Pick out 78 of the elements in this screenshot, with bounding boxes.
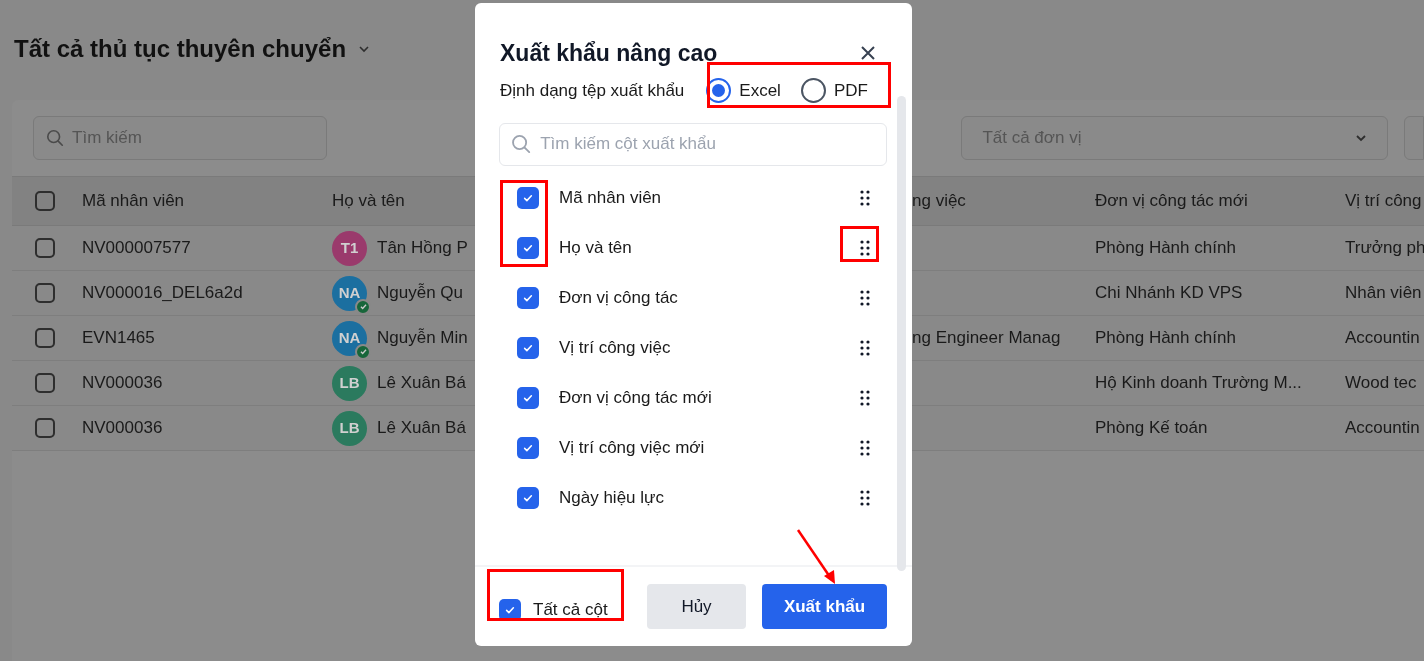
table-cell-text: Chi Nhánh KD VPS: [1095, 282, 1244, 305]
radio-label[interactable]: PDF: [833, 77, 868, 104]
column-search-input[interactable]: Tìm kiếm cột xuất khẩu: [540, 131, 875, 157]
table-cell-text: Wood tec: [1345, 372, 1418, 395]
chevron-icon: [1355, 132, 1368, 144]
drag-handle-icon[interactable]: [860, 239, 870, 256]
checkbox[interactable]: [517, 336, 539, 359]
drag-handle-icon[interactable]: [860, 389, 870, 406]
column-header: Vị trí công: [1345, 190, 1422, 213]
all-columns-label[interactable]: Tất cả cột: [533, 596, 608, 623]
column-option[interactable]: Mã nhân viên: [559, 184, 860, 211]
table-cell-text: Nhân viên: [1345, 282, 1423, 305]
export-button[interactable]: Xuất khẩu: [762, 584, 887, 629]
checkbox[interactable]: [35, 238, 55, 258]
arrow: [796, 529, 835, 584]
drag-handle-icon[interactable]: [860, 439, 870, 456]
highlight-frame: [840, 226, 879, 262]
checkbox[interactable]: [35, 283, 55, 303]
checkbox[interactable]: [517, 236, 539, 259]
column-header: Mã nhân viên: [82, 190, 185, 213]
dialog-title: Xuất khẩu nâng cao: [500, 39, 718, 68]
checkbox[interactable]: [35, 418, 55, 438]
column-option[interactable]: Đơn vị công tác mới: [559, 384, 860, 411]
checkbox[interactable]: [499, 598, 521, 621]
search-icon: [511, 133, 532, 155]
drag-handle-icon[interactable]: [860, 189, 870, 206]
drag-handle-icon[interactable]: [860, 289, 870, 306]
avatar: NA: [332, 275, 367, 311]
column-option[interactable]: Vị trí công việc: [559, 334, 860, 361]
close-icon[interactable]: [860, 45, 876, 62]
column-search-field[interactable]: Tìm kiếm cột xuất khẩu: [499, 122, 887, 166]
avatar: LB: [332, 365, 367, 401]
format-label: Định dạng tệp xuất khẩu: [500, 79, 685, 102]
checkbox[interactable]: [35, 373, 55, 393]
column-option[interactable]: Vị trí công việc mới: [559, 434, 860, 461]
checkbox[interactable]: [35, 191, 55, 211]
caret-icon[interactable]: [358, 43, 371, 55]
checkbox[interactable]: [517, 386, 539, 409]
table-cell-text: NV000007577: [82, 237, 192, 260]
column-header: Họ và tên: [332, 190, 405, 213]
table-cell-text: Accountin: [1345, 327, 1421, 350]
column-option[interactable]: Đơn vị công tác: [559, 284, 860, 311]
table-cell-text: Phòng Hành chính: [1095, 237, 1237, 260]
avatar: T1: [332, 230, 367, 266]
table-cell-text: EVN1465: [82, 327, 156, 350]
column-header: Đơn vị công tác mới: [1095, 190, 1248, 213]
table-cell-text: Nguyễn Qu: [377, 282, 463, 305]
checkbox[interactable]: [35, 328, 55, 348]
table-cell-text: NV000036: [82, 417, 164, 440]
table-cell-text: Phòng Hành chính: [1095, 327, 1237, 350]
avatar: LB: [332, 410, 367, 446]
checkbox[interactable]: [517, 486, 539, 509]
checkbox[interactable]: [517, 186, 539, 209]
table-cell-text: Lê Xuân Bá: [377, 417, 466, 440]
table-cell-text: Hộ Kinh doanh Trường M...: [1095, 372, 1303, 395]
cancel-button[interactable]: Hủy: [647, 584, 746, 629]
drag-handle-icon[interactable]: [860, 339, 870, 356]
radio-button[interactable]: [800, 78, 826, 103]
search-icon: [46, 128, 65, 148]
column-option[interactable]: Họ và tên: [559, 234, 860, 261]
table-cell-text: Phòng Kế toán: [1095, 417, 1209, 440]
checkbox[interactable]: [517, 286, 539, 309]
drag-handle-icon[interactable]: [860, 489, 870, 506]
page-title: Tất cả thủ tục thuyên chuyển: [14, 34, 347, 64]
table-cell-text: NV000016_DEL6a2d: [82, 282, 244, 305]
table-cell-text: Trưởng ph: [1345, 237, 1424, 260]
table-cell-text: Nguyễn Min: [377, 327, 468, 350]
table-cell-text: Tân Hồng P: [377, 237, 468, 260]
radio-label[interactable]: Excel: [739, 77, 781, 104]
scrollbar[interactable]: [897, 95, 906, 571]
table-cell-text: Accountin: [1345, 417, 1421, 440]
checkbox[interactable]: [517, 436, 539, 459]
table-cell-text: ng Engineer Manag: [912, 327, 1062, 350]
column-option[interactable]: Ngày hiệu lực: [559, 484, 860, 511]
table-cell-text: Lê Xuân Bá: [377, 372, 466, 395]
table-cell-text: NV000036: [82, 372, 164, 395]
column-header: ng việc: [912, 190, 966, 213]
avatar: NA: [332, 320, 367, 356]
